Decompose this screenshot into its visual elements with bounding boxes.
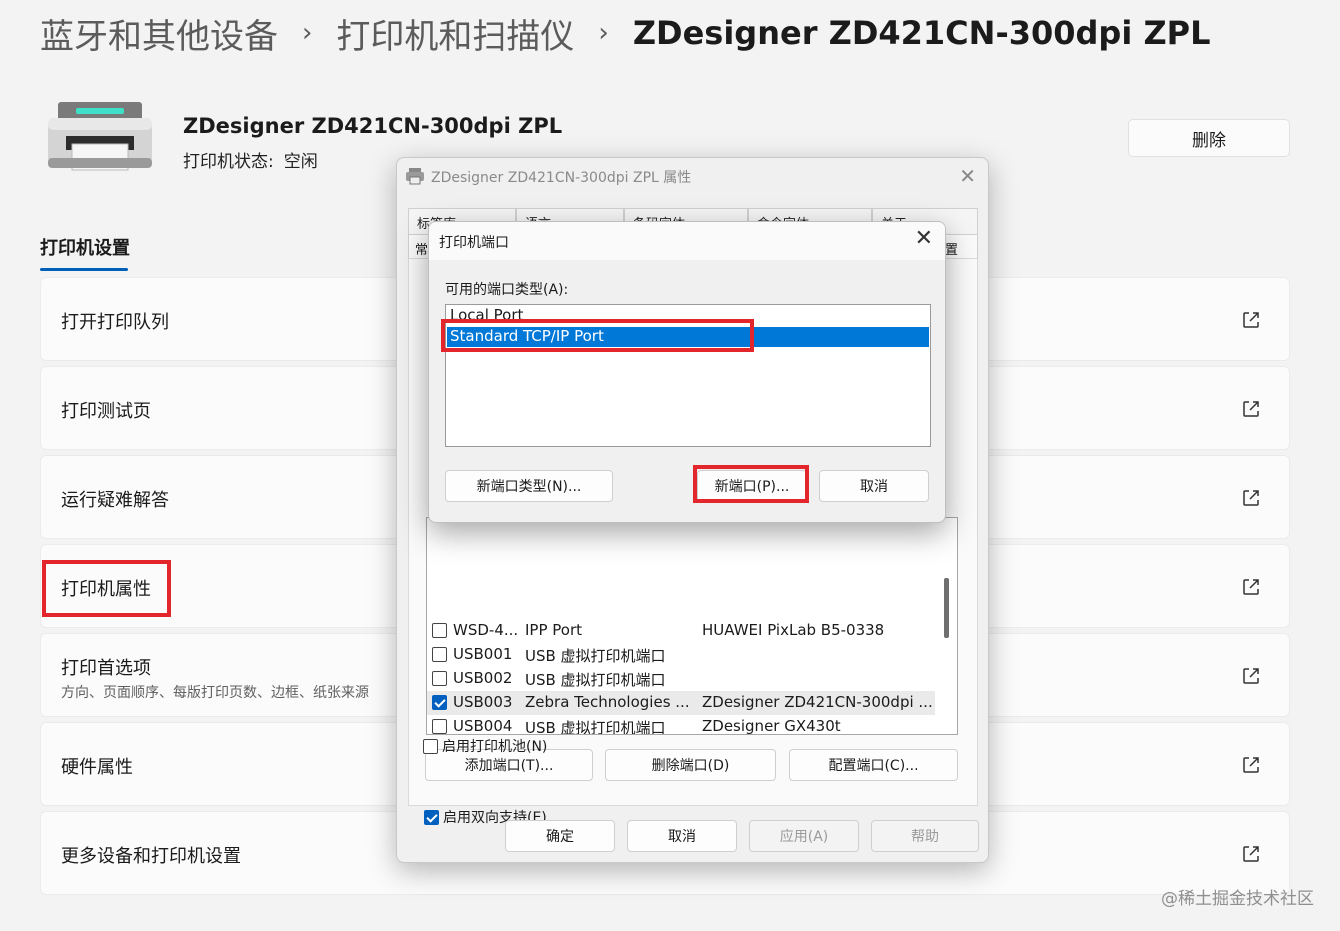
close-icon[interactable]: ✕ — [915, 226, 933, 251]
port-printer: ZDesigner GX430t — [702, 717, 841, 735]
card-label: 硬件属性 — [61, 757, 133, 778]
external-link-icon — [1243, 757, 1259, 773]
breadcrumb-bluetooth[interactable]: 蓝牙和其他设备 — [40, 9, 278, 58]
available-types-label: 可用的端口类型(A): — [445, 282, 569, 298]
close-icon[interactable]: ✕ — [959, 164, 976, 188]
breadcrumb-separator: › — [302, 18, 313, 48]
card-label: 运行疑难解答 — [61, 490, 169, 511]
port-list[interactable]: WSD-4... IPP Port HUAWEI PixLab B5-0338 … — [426, 517, 958, 735]
port-description: USB 虚拟打印机端口 — [525, 719, 666, 735]
card-label: 打开打印队列 — [61, 312, 169, 333]
printer-icon — [48, 102, 152, 171]
external-link-icon — [1243, 490, 1259, 506]
external-link-icon — [1243, 668, 1259, 684]
bidi-checkbox[interactable] — [424, 809, 439, 825]
external-link-icon — [1243, 846, 1259, 862]
pool-label: 启用打印机池(N) — [442, 739, 548, 755]
port-checkbox[interactable] — [432, 671, 447, 686]
printer-pool-option[interactable]: 启用打印机池(N) — [423, 736, 547, 756]
port-row[interactable]: USB001 USB 虚拟打印机端口 — [427, 643, 935, 667]
port-description: Zebra Technologies ... — [525, 693, 690, 711]
port-checkbox-checked[interactable] — [432, 695, 447, 710]
port-row-selected[interactable]: USB003 Zebra Technologies ... ZDesigner … — [427, 691, 935, 715]
card-label: 打印测试页 — [61, 401, 151, 422]
page-title: ZDesigner ZD421CN-300dpi ZPL — [632, 14, 1211, 52]
tab-underline — [40, 268, 128, 271]
port-checkbox[interactable] — [432, 623, 447, 638]
printer-port-dialog: 打印机端口 ✕ 可用的端口类型(A): Local Port Standard … — [428, 221, 946, 523]
port-description: IPP Port — [525, 621, 583, 639]
port-description: USB 虚拟打印机端口 — [525, 647, 666, 665]
external-link-icon — [1243, 579, 1259, 595]
delete-button[interactable]: 删除 — [1128, 119, 1290, 157]
port-printer: HUAWEI PixLab B5-0338 — [702, 621, 885, 639]
breadcrumb-separator: › — [598, 18, 609, 48]
pool-checkbox[interactable] — [423, 738, 438, 754]
external-link-icon — [1243, 401, 1259, 417]
status-label: 打印机状态: — [183, 152, 274, 172]
port-row[interactable]: USB004 USB 虚拟打印机端口 ZDesigner GX430t — [427, 715, 935, 735]
new-port-type-button[interactable]: 新端口类型(N)... — [445, 470, 613, 502]
port-name: USB003 — [453, 693, 513, 711]
help-button[interactable]: 帮助 — [871, 820, 979, 852]
printer-status: 打印机状态: 空闲 — [183, 147, 328, 172]
printer-small-icon — [406, 168, 424, 185]
watermark: @稀土掘金技术社区 — [1161, 889, 1314, 909]
delete-port-button[interactable]: 删除端口(D) — [605, 749, 776, 781]
dialog-title: 打印机端口 — [439, 235, 509, 251]
port-checkbox[interactable] — [432, 647, 447, 662]
printer-name: ZDesigner ZD421CN-300dpi ZPL — [183, 114, 563, 138]
port-row[interactable]: WSD-4... IPP Port HUAWEI PixLab B5-0338 — [427, 619, 935, 643]
port-list-scrollbar[interactable] — [944, 578, 949, 638]
port-name: USB002 — [453, 669, 513, 687]
highlight-box — [441, 319, 754, 352]
port-name: USB001 — [453, 645, 513, 663]
port-description: USB 虚拟打印机端口 — [525, 671, 666, 689]
status-value: 空闲 — [283, 152, 318, 172]
port-name: USB004 — [453, 717, 513, 735]
ok-button[interactable]: 确定 — [505, 820, 615, 852]
card-label: 更多设备和打印机设置 — [61, 846, 241, 867]
port-printer: ZDesigner ZD421CN-300dpi ... — [702, 693, 933, 711]
dialog-title: ZDesigner ZD421CN-300dpi ZPL 属性 — [431, 170, 692, 186]
configure-port-button[interactable]: 配置端口(C)... — [789, 749, 958, 781]
highlight-box — [42, 560, 171, 617]
breadcrumb-printers[interactable]: 打印机和扫描仪 — [336, 9, 574, 58]
port-row[interactable]: USB002 USB 虚拟打印机端口 — [427, 667, 935, 691]
cancel-button[interactable]: 取消 — [627, 820, 737, 852]
card-label: 打印首选项 — [61, 658, 151, 679]
port-checkbox[interactable] — [432, 719, 447, 734]
cancel-button[interactable]: 取消 — [819, 470, 929, 502]
card-sublabel: 方向、页面顺序、每版打印页数、边框、纸张来源 — [61, 685, 369, 701]
port-name: WSD-4... — [453, 621, 519, 639]
apply-button[interactable]: 应用(A) — [749, 820, 859, 852]
highlight-box — [693, 465, 809, 503]
breadcrumb: 蓝牙和其他设备 › 打印机和扫描仪 › ZDesigner ZD421CN-30… — [40, 9, 1211, 58]
tab-printer-settings[interactable]: 打印机设置 — [40, 234, 130, 260]
external-link-icon — [1243, 312, 1259, 328]
